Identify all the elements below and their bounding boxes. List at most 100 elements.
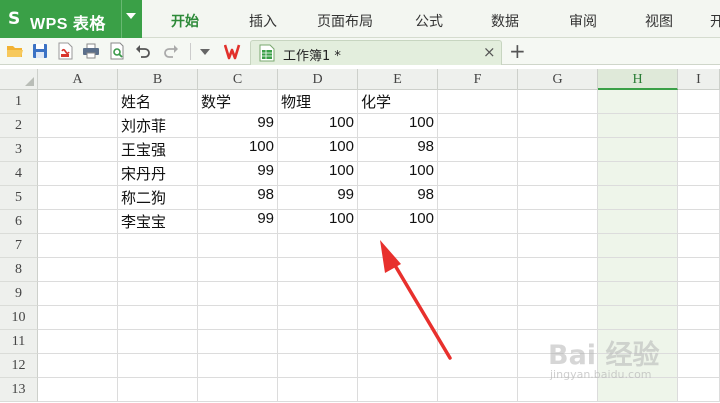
cell-i8[interactable] (678, 258, 720, 282)
cell-e3[interactable]: 98 (358, 138, 438, 162)
cell-a9[interactable] (38, 282, 118, 306)
cell-c8[interactable] (198, 258, 278, 282)
menu-tab-view[interactable]: 视图 (645, 11, 673, 31)
cell-d2[interactable]: 100 (278, 114, 358, 138)
column-header-g[interactable]: G (518, 69, 598, 90)
cell-f1[interactable] (438, 90, 518, 114)
cell-d10[interactable] (278, 306, 358, 330)
row-header-7[interactable]: 7 (0, 234, 38, 258)
close-icon[interactable]: × (483, 43, 496, 61)
cell-h2[interactable] (598, 114, 678, 138)
print-icon[interactable] (82, 42, 100, 60)
row-header-11[interactable]: 11 (0, 330, 38, 354)
cell-c1[interactable]: 数学 (198, 90, 278, 114)
menu-tab-review[interactable]: 审阅 (569, 11, 597, 31)
cell-a11[interactable] (38, 330, 118, 354)
cell-g6[interactable] (518, 210, 598, 234)
row-header-1[interactable]: 1 (0, 90, 38, 114)
cell-a12[interactable] (38, 354, 118, 378)
new-tab-button[interactable]: + (509, 39, 526, 63)
column-header-e[interactable]: E (358, 69, 438, 90)
cell-e6[interactable]: 100 (358, 210, 438, 234)
cell-a1[interactable] (38, 90, 118, 114)
cell-h9[interactable] (598, 282, 678, 306)
cell-b4[interactable]: 宋丹丹 (118, 162, 198, 186)
cell-f9[interactable] (438, 282, 518, 306)
menu-tab-formulas[interactable]: 公式 (415, 11, 443, 31)
cell-b8[interactable] (118, 258, 198, 282)
cell-f5[interactable] (438, 186, 518, 210)
cell-g2[interactable] (518, 114, 598, 138)
cell-e4[interactable]: 100 (358, 162, 438, 186)
cell-e2[interactable]: 100 (358, 114, 438, 138)
row-header-13[interactable]: 13 (0, 378, 38, 402)
cell-e12[interactable] (358, 354, 438, 378)
menu-tab-insert[interactable]: 插入 (249, 11, 277, 31)
cell-a7[interactable] (38, 234, 118, 258)
cell-f12[interactable] (438, 354, 518, 378)
row-header-4[interactable]: 4 (0, 162, 38, 186)
cell-b7[interactable] (118, 234, 198, 258)
cell-f3[interactable] (438, 138, 518, 162)
row-header-10[interactable]: 10 (0, 306, 38, 330)
chevron-down-icon[interactable] (126, 13, 136, 19)
cell-g7[interactable] (518, 234, 598, 258)
cell-h3[interactable] (598, 138, 678, 162)
cell-c2[interactable]: 99 (198, 114, 278, 138)
redo-icon[interactable] (162, 42, 180, 60)
cell-a8[interactable] (38, 258, 118, 282)
column-header-h[interactable]: H (598, 69, 678, 90)
cell-i9[interactable] (678, 282, 720, 306)
cell-f4[interactable] (438, 162, 518, 186)
wps-logo-icon[interactable] (224, 43, 246, 60)
cell-b2[interactable]: 刘亦菲 (118, 114, 198, 138)
row-header-12[interactable]: 12 (0, 354, 38, 378)
column-header-f[interactable]: F (438, 69, 518, 90)
cell-h7[interactable] (598, 234, 678, 258)
cell-i2[interactable] (678, 114, 720, 138)
cell-i6[interactable] (678, 210, 720, 234)
cell-f13[interactable] (438, 378, 518, 402)
cell-c9[interactable] (198, 282, 278, 306)
cell-c7[interactable] (198, 234, 278, 258)
cell-b13[interactable] (118, 378, 198, 402)
cell-e5[interactable]: 98 (358, 186, 438, 210)
cell-d6[interactable]: 100 (278, 210, 358, 234)
cell-d13[interactable] (278, 378, 358, 402)
select-all-corner[interactable] (0, 69, 38, 90)
cell-f7[interactable] (438, 234, 518, 258)
cell-e11[interactable] (358, 330, 438, 354)
cell-d3[interactable]: 100 (278, 138, 358, 162)
cell-d9[interactable] (278, 282, 358, 306)
cell-b6[interactable]: 李宝宝 (118, 210, 198, 234)
cell-d7[interactable] (278, 234, 358, 258)
cell-g5[interactable] (518, 186, 598, 210)
cell-g10[interactable] (518, 306, 598, 330)
cell-d8[interactable] (278, 258, 358, 282)
cell-c6[interactable]: 99 (198, 210, 278, 234)
row-header-8[interactable]: 8 (0, 258, 38, 282)
cell-a4[interactable] (38, 162, 118, 186)
cell-e1[interactable]: 化学 (358, 90, 438, 114)
cell-b3[interactable]: 王宝强 (118, 138, 198, 162)
cell-c10[interactable] (198, 306, 278, 330)
cell-b10[interactable] (118, 306, 198, 330)
cell-i4[interactable] (678, 162, 720, 186)
cell-f2[interactable] (438, 114, 518, 138)
cell-c3[interactable]: 100 (198, 138, 278, 162)
cell-a5[interactable] (38, 186, 118, 210)
cell-h4[interactable] (598, 162, 678, 186)
cell-e10[interactable] (358, 306, 438, 330)
column-header-a[interactable]: A (38, 69, 118, 90)
cell-h5[interactable] (598, 186, 678, 210)
cell-f10[interactable] (438, 306, 518, 330)
row-header-2[interactable]: 2 (0, 114, 38, 138)
cell-b9[interactable] (118, 282, 198, 306)
cell-b5[interactable]: 称二狗 (118, 186, 198, 210)
cell-c13[interactable] (198, 378, 278, 402)
cell-c12[interactable] (198, 354, 278, 378)
column-header-b[interactable]: B (118, 69, 198, 90)
cell-c4[interactable]: 99 (198, 162, 278, 186)
cell-g9[interactable] (518, 282, 598, 306)
menu-tab-data[interactable]: 数据 (491, 11, 519, 31)
